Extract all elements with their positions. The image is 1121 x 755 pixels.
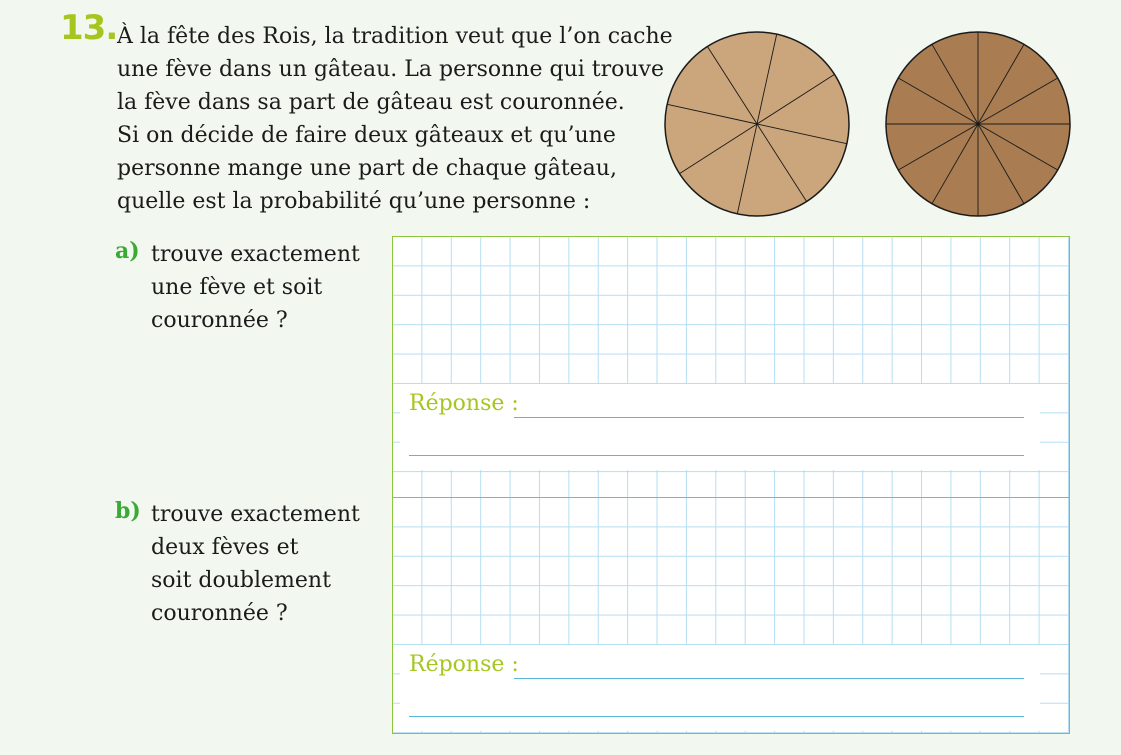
part-b-line: couronnée ? — [151, 601, 288, 626]
question-line: la fève dans sa part de gâteau est couro… — [117, 90, 625, 115]
question-line: À la fête des Rois, la tradition veut qu… — [117, 24, 673, 49]
question-text: À la fête des Rois, la tradition veut qu… — [117, 20, 673, 218]
answer-line-b-1[interactable] — [514, 678, 1024, 679]
question-line: une fève dans un gâteau. La personne qui… — [117, 57, 664, 82]
cake-12-slices — [885, 31, 1071, 217]
part-a-line: trouve exactement — [151, 242, 360, 267]
cake-8-slices — [664, 31, 850, 217]
answer-line-a-2[interactable] — [409, 455, 1024, 456]
part-b-line: deux fèves et — [151, 535, 299, 560]
exercise-number: 13. — [60, 8, 118, 48]
answer-line-a-1[interactable] — [514, 417, 1024, 418]
part-b-line: soit doublement — [151, 568, 331, 593]
answer-line-b-2[interactable] — [409, 716, 1024, 717]
part-b-line: trouve exactement — [151, 502, 360, 527]
part-b-letter: b) — [115, 498, 141, 524]
part-a-line: une fève et soit — [151, 275, 323, 300]
answer-label-a: Réponse : — [409, 391, 519, 416]
question-line: quelle est la probabilité qu’une personn… — [117, 189, 591, 214]
part-a-line: couronnée ? — [151, 308, 288, 333]
question-line: personne mange une part de chaque gâteau… — [117, 156, 617, 181]
part-a-text: trouve exactement une fève et soit couro… — [151, 238, 381, 337]
part-a-letter: a) — [115, 238, 140, 264]
part-b-text: trouve exactement deux fèves et soit dou… — [151, 498, 381, 630]
question-line: Si on décide de faire deux gâteaux et qu… — [117, 123, 616, 148]
answer-label-b: Réponse : — [409, 652, 519, 677]
